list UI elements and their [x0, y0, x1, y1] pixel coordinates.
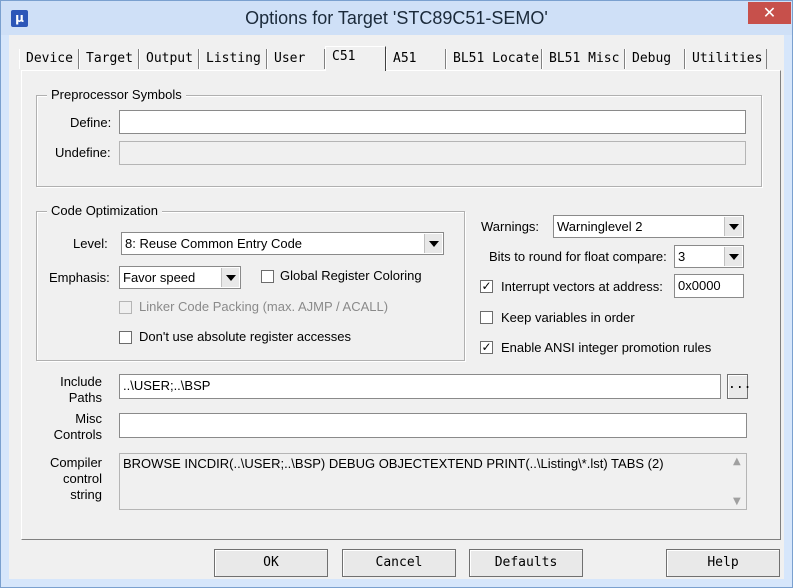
compiler-label-3: string	[70, 487, 102, 502]
global-register-coloring-checkbox[interactable]	[261, 270, 274, 283]
chevron-down-icon[interactable]	[221, 268, 239, 287]
linker-code-packing-checkbox[interactable]	[119, 301, 132, 314]
scroll-down-icon[interactable]: ▼	[733, 496, 741, 507]
tab-debug[interactable]: Debug	[625, 49, 685, 69]
ansi-promotion-checkbox[interactable]: ✓	[480, 341, 493, 354]
preprocessor-group: Preprocessor Symbols Define: Undefine:	[36, 87, 762, 187]
options-dialog: μ Options for Target 'STC89C51-SEMO' ✕ D…	[0, 0, 793, 588]
linker-code-packing-label: Linker Code Packing (max. AJMP / ACALL)	[139, 299, 389, 314]
warnings-value: Warninglevel 2	[557, 219, 643, 234]
keep-variables-checkbox[interactable]	[480, 311, 493, 324]
tab-listing[interactable]: Listing	[199, 49, 267, 69]
level-value: 8: Reuse Common Entry Code	[125, 236, 303, 251]
warnings-dropdown[interactable]: Warninglevel 2	[553, 215, 744, 238]
close-button[interactable]: ✕	[748, 2, 791, 24]
keep-variables-label[interactable]: Keep variables in order	[501, 310, 635, 325]
tab-bl51-misc[interactable]: BL51 Misc	[542, 49, 625, 69]
misc-controls-field[interactable]	[119, 413, 747, 438]
window-title: Options for Target 'STC89C51-SEMO'	[245, 8, 548, 28]
include-label-1: Include	[60, 374, 102, 389]
c51-panel: Preprocessor Symbols Define: Undefine: C…	[21, 70, 781, 540]
define-field[interactable]	[119, 110, 746, 134]
no-absolute-register-checkbox[interactable]	[119, 331, 132, 344]
level-dropdown[interactable]: 8: Reuse Common Entry Code	[121, 232, 444, 255]
tab-output[interactable]: Output	[139, 49, 199, 69]
dialog-client: Device Target Output Listing User C51 A51 BL51 …	[9, 35, 784, 579]
browse-include-button[interactable]: ...	[727, 374, 751, 399]
define-label: Define:	[70, 115, 112, 130]
preprocessor-legend: Preprocessor Symbols	[47, 87, 186, 102]
compiler-label-2: control	[62, 471, 102, 486]
tab-target[interactable]: Target	[79, 49, 139, 69]
tab-bl51-locate[interactable]: BL51 Locate	[446, 49, 542, 69]
code-optimization-legend: Code Optimization	[47, 203, 162, 218]
compiler-control-text: BROWSE INCDIR(..\USER;..\BSP) DEBUG OBJE…	[123, 456, 664, 471]
code-optimization-group: Code Optimization Level: 8: Reuse Common…	[36, 203, 465, 361]
emphasis-value: Favor speed	[123, 270, 196, 285]
chevron-down-icon[interactable]	[724, 247, 742, 266]
ok-button[interactable]: OK	[214, 549, 328, 577]
interrupt-vectors-label[interactable]: Interrupt vectors at address:	[501, 279, 663, 294]
include-label-2: Paths	[68, 390, 102, 405]
round-float-value: 3	[678, 249, 686, 264]
global-register-coloring-label[interactable]: Global Register Coloring	[280, 268, 422, 283]
interrupt-address-field[interactable]: 0x0000	[674, 274, 744, 298]
compiler-label-1: Compiler	[49, 455, 102, 470]
tab-user[interactable]: User	[267, 49, 325, 69]
compiler-control-string: BROWSE INCDIR(..\USER;..\BSP) DEBUG OBJE…	[119, 453, 747, 510]
undefine-field[interactable]	[119, 141, 746, 165]
ansi-promotion-label[interactable]: Enable ANSI integer promotion rules	[501, 340, 711, 355]
level-label: Level:	[73, 236, 108, 251]
undefine-label: Undefine:	[55, 145, 111, 160]
chevron-down-icon[interactable]	[424, 234, 442, 253]
title-bar[interactable]: μ Options for Target 'STC89C51-SEMO' ✕	[1, 1, 792, 35]
include-paths-field[interactable]: ..\USER;..\BSP	[119, 374, 721, 399]
compiler-scrollbar[interactable]: ▲ ▼	[729, 454, 746, 509]
tab-device[interactable]: Device	[19, 49, 79, 69]
tab-a51[interactable]: A51	[386, 49, 446, 69]
chevron-down-icon[interactable]	[724, 217, 742, 236]
cancel-button[interactable]: Cancel	[342, 549, 456, 577]
misc-label-2: Controls	[53, 427, 102, 442]
defaults-button[interactable]: Defaults	[469, 549, 583, 577]
misc-label-1: Misc	[75, 411, 102, 426]
round-float-label: Bits to round for float compare:	[489, 249, 667, 264]
scroll-up-icon[interactable]: ▲	[733, 456, 741, 467]
round-float-dropdown[interactable]: 3	[674, 245, 744, 268]
help-button[interactable]: Help	[666, 549, 780, 577]
interrupt-vectors-checkbox[interactable]: ✓	[480, 280, 493, 293]
tab-c51[interactable]: C51	[325, 46, 386, 71]
tab-utilities[interactable]: Utilities	[685, 49, 767, 69]
warnings-label: Warnings:	[481, 219, 540, 234]
emphasis-label: Emphasis:	[49, 270, 110, 285]
no-absolute-register-label[interactable]: Don't use absolute register accesses	[139, 329, 351, 344]
emphasis-dropdown[interactable]: Favor speed	[119, 266, 241, 289]
